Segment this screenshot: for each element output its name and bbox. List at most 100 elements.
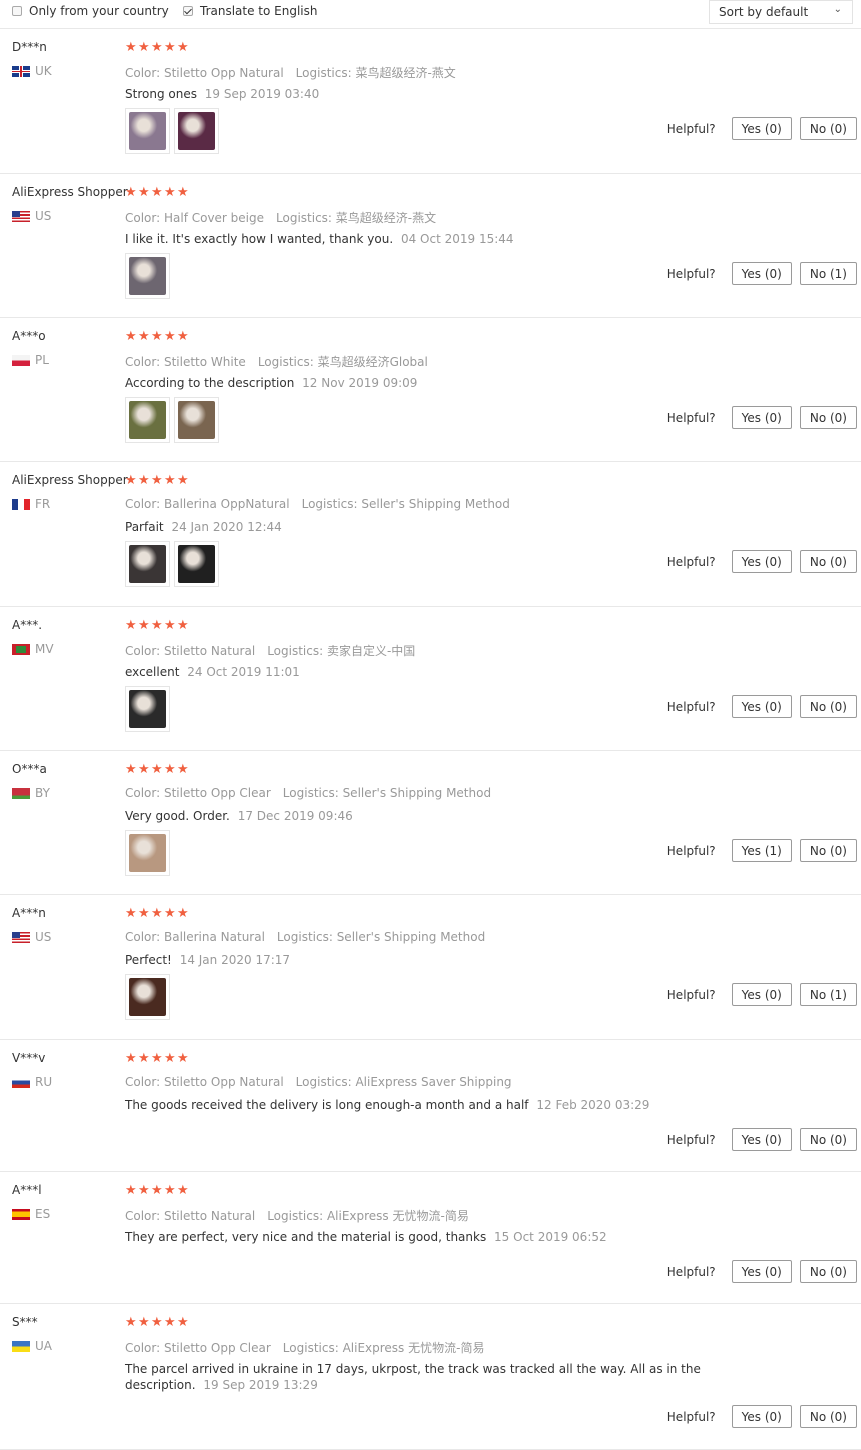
star-icon: ★ [177,185,189,200]
review-text: According to the description [125,376,295,390]
product-logistics: Logistics: AliExpress Saver Shipping [295,1075,512,1089]
reviewer-name: A***o [12,329,46,343]
review-photo-thumbnail[interactable] [125,686,170,732]
helpful-no-button[interactable]: No (0) [799,1405,857,1428]
review-photo [129,257,166,295]
review-item: A***l ES ★ ★ ★ ★ ★ Color: Stiletto Natural Lo… [0,1172,861,1304]
country-flag-icon [12,787,30,799]
star-icon: ★ [164,185,176,200]
helpful-no-button[interactable]: No (0) [799,1260,857,1283]
review-comment: They are perfect, very nice and the mate… [125,1229,607,1245]
review-photo-thumbnail[interactable] [125,541,170,587]
star-icon: ★ [164,1051,176,1066]
review-comment: The parcel arrived in ukraine in 17 days… [125,1361,775,1393]
review-text: They are perfect, very nice and the mate… [125,1230,487,1244]
helpful-yes-button[interactable]: Yes (0) [731,1128,792,1151]
product-attributes: Color: Ballerina OppNatural Logistics: Se… [125,497,510,511]
helpful-no-button[interactable]: No (0) [799,117,857,140]
translate-filter[interactable]: Translate to English [183,4,318,18]
review-photo [178,545,215,583]
translate-label: Translate to English [200,4,318,18]
review-photos [125,253,174,299]
star-icon: ★ [177,1183,189,1198]
star-icon: ★ [125,1051,137,1066]
helpful-yes-button[interactable]: Yes (0) [731,695,792,718]
product-logistics: Logistics: 菜鸟超级经济-燕文 [276,211,437,225]
helpful-no-button[interactable]: No (1) [799,262,857,285]
helpful-yes-button[interactable]: Yes (0) [731,406,792,429]
review-photo-thumbnail[interactable] [125,974,170,1020]
star-icon: ★ [177,40,189,55]
star-rating: ★ ★ ★ ★ ★ [125,329,190,344]
only-your-country-filter[interactable]: Only from your country [12,4,169,18]
helpful-vote: Helpful? Yes (0) No (0) [667,406,857,429]
translate-checkbox[interactable] [183,6,193,16]
star-icon: ★ [177,906,189,921]
helpful-no-button[interactable]: No (0) [799,406,857,429]
product-logistics: Logistics: Seller's Shipping Method [282,786,492,800]
star-icon: ★ [138,762,150,777]
product-logistics: Logistics: 菜鸟超级经济-燕文 [295,66,456,80]
helpful-no-button[interactable]: No (0) [799,839,857,862]
review-photo-thumbnail[interactable] [125,108,170,154]
sort-select-value: Sort by default [719,5,809,19]
product-attributes: Color: Stiletto Opp Natural Logistics: Al… [125,1075,512,1089]
helpful-label: Helpful? [666,1409,716,1424]
product-attributes: Color: Stiletto Natural Logistics: AliExp… [125,1207,469,1224]
review-item: A***n US ★ ★ ★ ★ ★ Color: Ballerina Natural L… [0,895,861,1040]
sort-select[interactable]: Sort by default ⌄ [709,0,853,24]
review-photos [125,974,174,1020]
helpful-no-button[interactable]: No (0) [799,695,857,718]
star-icon: ★ [151,906,163,921]
product-color: Color: Stiletto Opp Clear [125,786,271,800]
review-photo-thumbnail[interactable] [125,830,170,876]
reviewer-country: MV [12,642,54,656]
review-photo-thumbnail[interactable] [174,541,219,587]
star-rating: ★ ★ ★ ★ ★ [125,762,190,777]
star-icon: ★ [164,329,176,344]
helpful-vote: Helpful? Yes (0) No (0) [667,1260,857,1283]
helpful-yes-button[interactable]: Yes (0) [731,550,792,573]
reviewer-name: O***a [12,762,47,776]
country-code: FR [35,497,51,511]
star-icon: ★ [177,329,189,344]
helpful-no-button[interactable]: No (0) [799,1128,857,1151]
only-your-country-checkbox[interactable] [12,6,22,16]
review-date: 14 Jan 2020 17:17 [179,953,291,967]
star-icon: ★ [151,1315,163,1330]
review-photo-thumbnail[interactable] [174,397,219,443]
country-code: US [35,209,52,223]
product-color: Color: Stiletto Opp Natural [125,1075,284,1089]
reviewer-name: AliExpress Shopper [12,185,128,199]
helpful-no-button[interactable]: No (1) [799,983,857,1006]
review-comment: Strong ones 19 Sep 2019 03:40 [125,86,319,102]
review-photo-thumbnail[interactable] [174,108,219,154]
star-icon: ★ [151,329,163,344]
helpful-yes-button[interactable]: Yes (0) [731,262,792,285]
helpful-yes-button[interactable]: Yes (0) [731,117,792,140]
helpful-yes-button[interactable]: Yes (0) [731,1260,792,1283]
review-photo-thumbnail[interactable] [125,253,170,299]
helpful-yes-button[interactable]: Yes (0) [731,983,792,1006]
review-photo-thumbnail[interactable] [125,397,170,443]
review-date: 24 Jan 2020 12:44 [171,520,282,534]
product-attributes: Color: Half Cover beige Logistics: 菜鸟超级经济… [125,209,436,226]
review-photos [125,830,174,876]
reviewer-name: D***n [12,40,47,54]
helpful-vote: Helpful? Yes (0) No (0) [667,117,857,140]
reviewer-name: A***l [12,1183,42,1197]
star-icon: ★ [177,1051,189,1066]
star-icon: ★ [125,618,137,633]
chevron-down-icon: ⌄ [833,4,842,15]
helpful-yes-button[interactable]: Yes (1) [731,839,792,862]
helpful-vote: Helpful? Yes (0) No (0) [667,550,857,573]
helpful-yes-button[interactable]: Yes (0) [731,1405,792,1428]
product-logistics: Logistics: Seller's Shipping Method [276,930,486,944]
review-date: 12 Nov 2019 09:09 [302,376,418,390]
product-attributes: Color: Stiletto Natural Logistics: 卖家自定义-… [125,642,415,659]
review-comment: Perfect! 14 Jan 2020 17:17 [125,952,290,968]
product-attributes: Color: Stiletto White Logistics: 菜鸟超级经济Gl… [125,353,428,370]
review-photo [129,401,166,439]
star-icon: ★ [151,1183,163,1198]
helpful-no-button[interactable]: No (0) [799,550,857,573]
